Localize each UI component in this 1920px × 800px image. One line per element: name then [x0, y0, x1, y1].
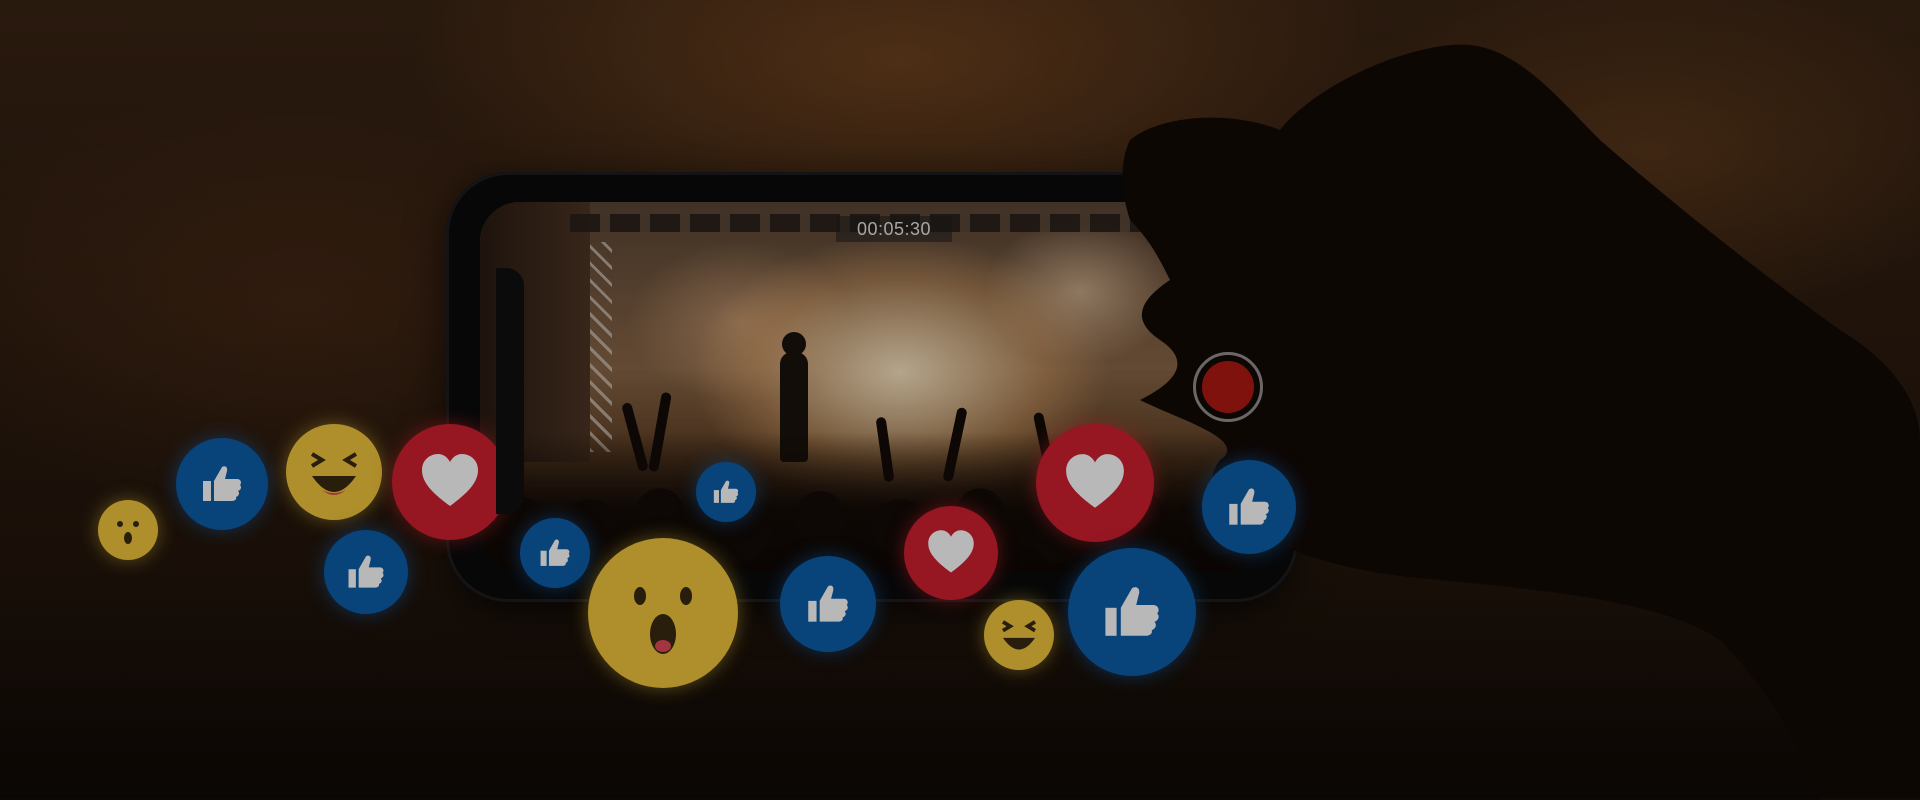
dark-overlay: [0, 0, 1920, 798]
phone-notch: [496, 268, 524, 514]
